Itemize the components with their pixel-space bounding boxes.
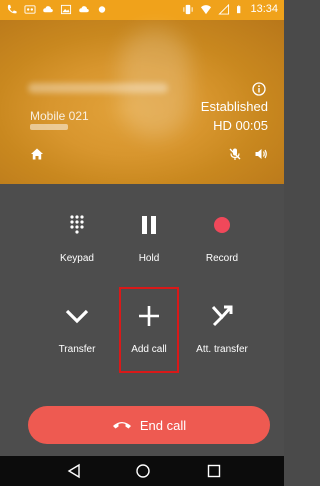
line-number-blurred <box>30 124 68 130</box>
status-bar: 13:34 <box>0 0 284 20</box>
attended-transfer-label: Att. transfer <box>196 344 248 355</box>
image-icon <box>60 4 72 15</box>
voicemail-icon <box>24 5 36 14</box>
info-icon[interactable] <box>252 82 266 96</box>
cloud-icon <box>79 6 89 13</box>
speaker-icon[interactable] <box>254 147 268 161</box>
navigation-bar <box>0 456 284 486</box>
add-call-highlight <box>119 287 179 373</box>
end-call-button[interactable]: End call <box>28 406 270 444</box>
attended-transfer-button[interactable]: Att. transfer <box>184 304 260 355</box>
cloud-icon <box>43 6 53 13</box>
record-label: Record <box>205 253 239 264</box>
home-circle-icon[interactable] <box>135 463 151 479</box>
keypad-icon <box>70 215 84 234</box>
keypad-label: Keypad <box>60 253 94 264</box>
hold-label: Hold <box>138 253 160 264</box>
recents-icon[interactable] <box>206 463 222 479</box>
battery-icon <box>237 5 241 13</box>
transfer-icon <box>65 309 89 324</box>
hold-button[interactable]: Hold <box>111 213 187 264</box>
call-timer: HD 00:05 <box>213 118 268 133</box>
back-icon[interactable] <box>66 463 82 479</box>
transfer-button[interactable]: Transfer <box>39 304 115 355</box>
pause-icon <box>142 216 156 234</box>
clock: 13:34 <box>250 3 278 15</box>
mic-off-icon[interactable] <box>228 147 242 161</box>
line-label: Mobile 021 <box>30 109 89 123</box>
signal-icon <box>218 3 230 15</box>
attended-transfer-icon <box>211 305 233 327</box>
vibrate-icon <box>183 4 194 14</box>
wifi-icon <box>201 4 212 14</box>
home-icon[interactable] <box>30 147 44 161</box>
caller-name-blurred <box>28 83 168 93</box>
record-icon <box>214 217 230 233</box>
end-call-label: End call <box>139 417 187 433</box>
notification-icons <box>6 4 108 15</box>
hang-up-icon <box>112 422 131 429</box>
record-button[interactable]: Record <box>184 213 260 264</box>
transfer-label: Transfer <box>58 344 96 355</box>
phone-icon <box>7 4 17 14</box>
call-status: Established <box>200 99 268 114</box>
dot-icon <box>98 6 106 13</box>
keypad-button[interactable]: Keypad <box>39 213 115 264</box>
system-icons: 13:34 <box>182 3 278 15</box>
caller-header: Mobile 021 Established HD 00:05 <box>0 20 284 184</box>
